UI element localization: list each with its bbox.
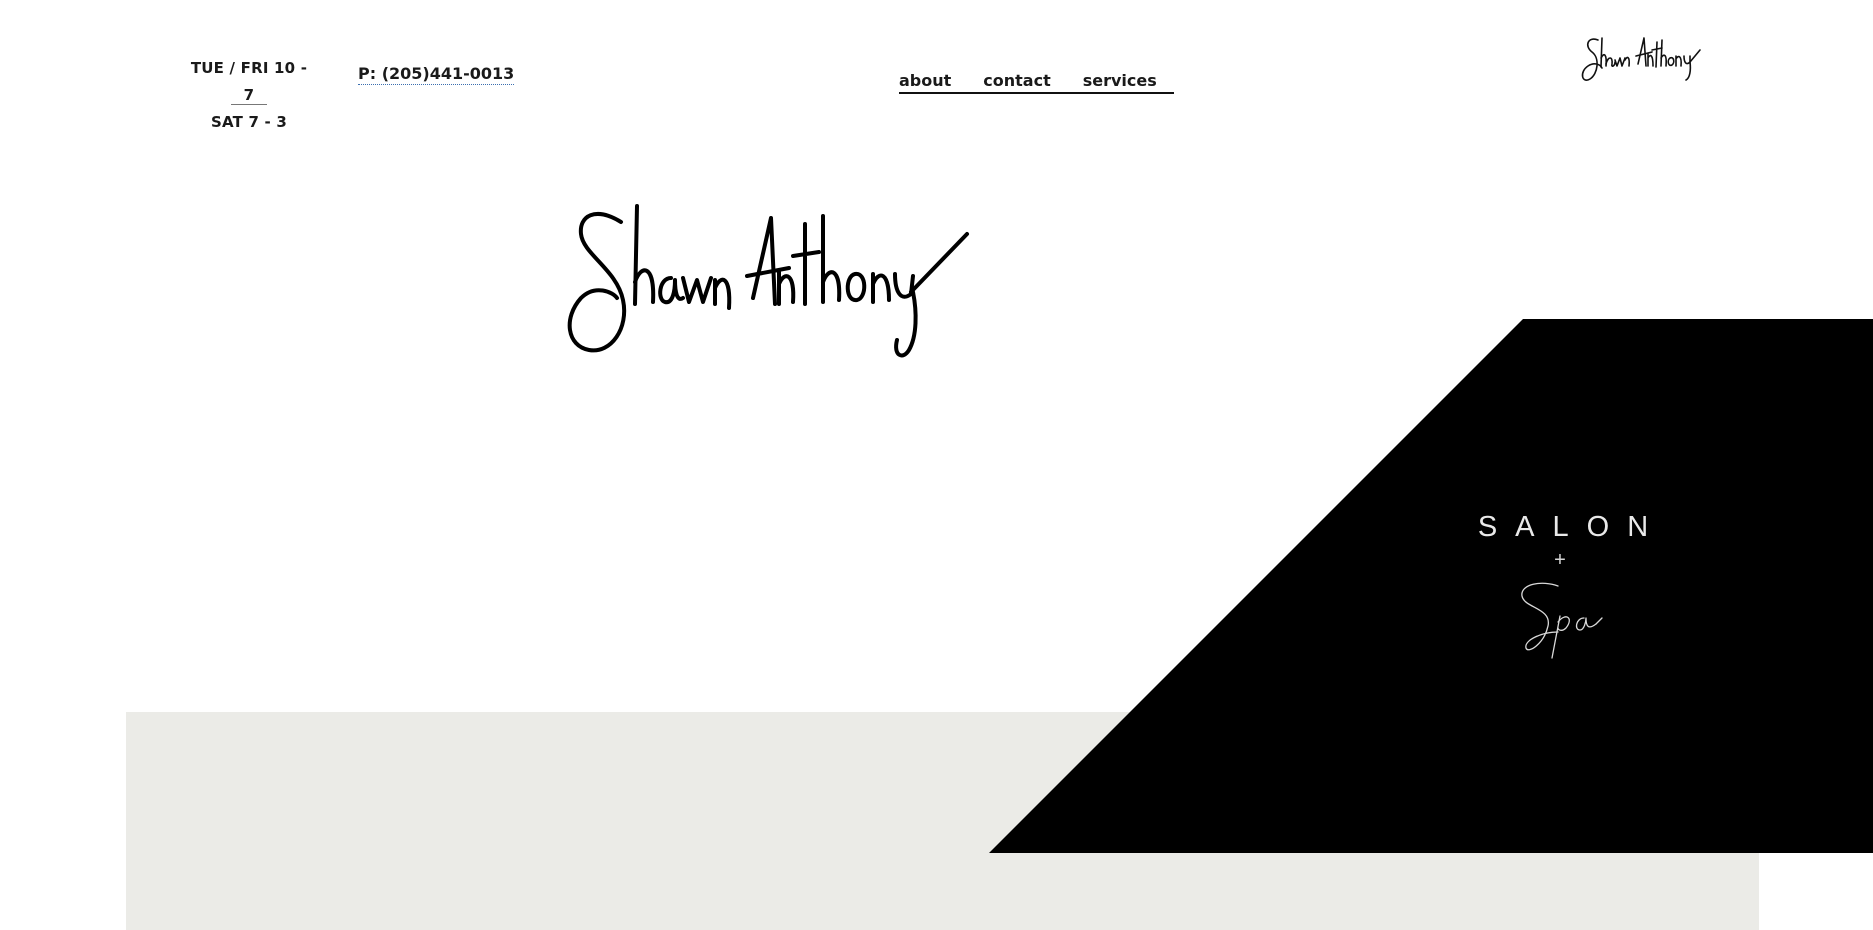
gray-background-band	[126, 712, 1759, 930]
salon-label: SALON	[1477, 511, 1667, 543]
salon-homepage: TUE / FRI 10 - 7 SAT 7 - 3 P: (205)441-0…	[0, 0, 1873, 930]
main-nav: about contact services	[899, 70, 1174, 94]
nav-services[interactable]: services	[1083, 70, 1157, 92]
nav-about[interactable]: about	[899, 70, 951, 92]
hours-weekday: TUE / FRI 10 - 7	[190, 59, 308, 104]
corner-signature-logo[interactable]	[1580, 34, 1704, 88]
phone-link[interactable]: P: (205)441-0013	[358, 64, 515, 85]
hours-saturday: SAT 7 - 3	[210, 113, 288, 131]
nav-contact[interactable]: contact	[983, 70, 1050, 92]
spa-script-logo	[1512, 578, 1612, 660]
salon-plus-sign: +	[1554, 549, 1566, 571]
business-hours: TUE / FRI 10 - 7 SAT 7 - 3	[183, 55, 315, 136]
hero-signature-logo	[565, 200, 985, 370]
